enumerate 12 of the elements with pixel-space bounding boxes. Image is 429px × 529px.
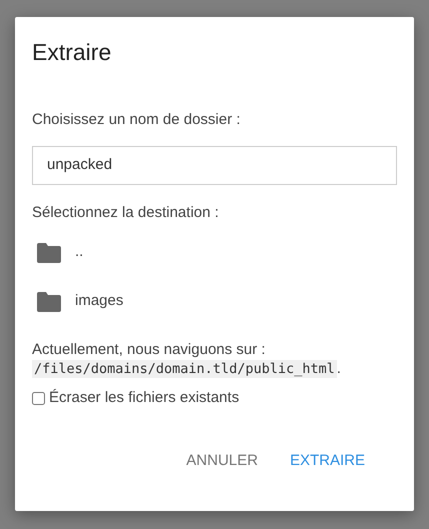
folder-item[interactable]: .. (32, 228, 397, 278)
section-label: Sélectionnez la destination : (32, 202, 220, 223)
field-label: Choisissez un nom de dossier : (32, 110, 242, 130)
folder-icon (37, 292, 61, 312)
location-text: Actuellement, nous naviguons sur : /files/domains/domain.tld/public_html. (32, 340, 342, 380)
folder-name-field[interactable]: unpacked (32, 146, 397, 185)
folder-item[interactable]: images (32, 277, 397, 326)
overwrite-checkbox[interactable] (32, 392, 45, 405)
folder-icon (37, 242, 61, 263)
dialog-title: Extraire (32, 39, 112, 67)
cancel-button[interactable]: ANNULER (170, 444, 274, 478)
checkbox-label: Écraser les fichiers existants (49, 388, 240, 408)
